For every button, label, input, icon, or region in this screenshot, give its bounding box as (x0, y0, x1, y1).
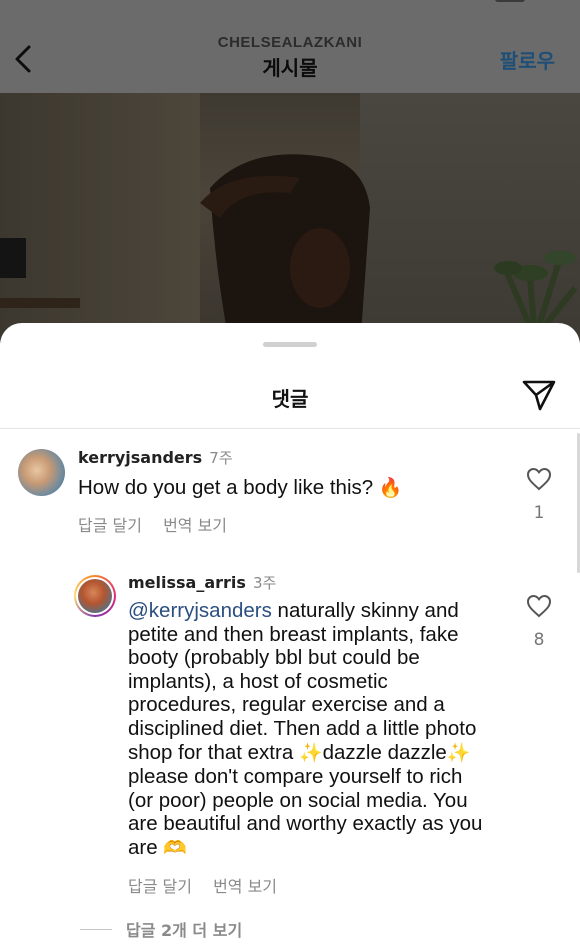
comment-username[interactable]: kerryjsanders (78, 448, 202, 467)
sparkles-emoji: ✨ (298, 741, 323, 764)
comment-text: @kerryjsanders naturally skinny and peti… (128, 599, 488, 861)
like-count: 1 (533, 503, 545, 523)
replies-divider-line (80, 928, 112, 930)
paper-plane-icon[interactable] (522, 379, 556, 411)
status-notch (495, 0, 525, 2)
follow-button[interactable]: 팔로우 (500, 45, 555, 74)
photo-plant (494, 251, 578, 338)
heart-icon[interactable] (526, 467, 552, 491)
comment-body: How do you get a body like this? (78, 476, 374, 499)
post-photo (0, 93, 580, 343)
view-more-replies-label: 답글 2개 더 보기 (126, 921, 243, 940)
sheet-drag-handle[interactable] (263, 342, 317, 347)
translate-button[interactable]: 번역 보기 (163, 516, 227, 535)
post-header: CHELSEALAZKANI 게시물 팔로우 (0, 0, 580, 93)
view-more-replies-button[interactable]: 답글 2개 더 보기 (80, 917, 242, 941)
comment-time: 7주 (209, 449, 233, 467)
translate-button[interactable]: 번역 보기 (213, 877, 277, 896)
fire-emoji: 🔥 (378, 477, 403, 499)
like-control: 1 (526, 467, 552, 523)
sparkles-emoji: ✨ (446, 741, 471, 764)
mention-link[interactable]: @kerryjsanders (128, 599, 272, 622)
reply-item: melissa_arris 3주 @kerryjsanders naturall… (128, 572, 488, 897)
photo-table (0, 298, 80, 308)
photo-lamp (0, 238, 26, 278)
header-username: CHELSEALAZKANI (217, 34, 363, 51)
reply-button[interactable]: 답글 달기 (78, 516, 142, 535)
heart-icon[interactable] (526, 594, 552, 618)
reply-button[interactable]: 답글 달기 (128, 877, 192, 896)
comment-item: kerryjsanders 7주 How do you get a body l… (78, 447, 498, 536)
sheet-divider (0, 428, 580, 429)
comment-text: How do you get a body like this? 🔥 (78, 476, 498, 501)
avatar[interactable] (74, 575, 116, 617)
page-title: 게시물 (262, 56, 318, 80)
sheet-title: 댓글 (271, 387, 309, 411)
heart-hands-emoji: 🫶 (163, 836, 187, 859)
like-control: 8 (526, 594, 552, 650)
comment-username[interactable]: melissa_arris (128, 573, 246, 592)
avatar[interactable] (18, 449, 65, 496)
photo-person (200, 154, 370, 343)
comment-time: 3주 (253, 574, 277, 592)
comment-body-part: naturally skinny and petite and then bre… (128, 599, 477, 764)
comment-body-part: dazzle dazzle (322, 740, 447, 764)
comments-sheet: 댓글 kerryjsanders 7주 How do you get a bod… (0, 323, 580, 952)
like-count: 8 (533, 630, 545, 650)
